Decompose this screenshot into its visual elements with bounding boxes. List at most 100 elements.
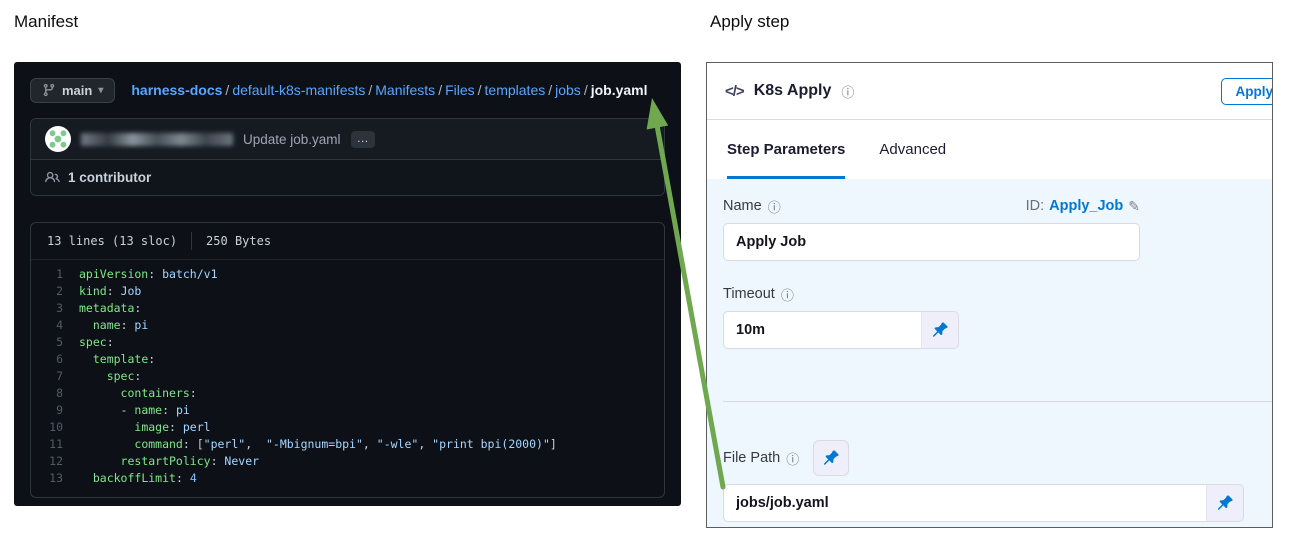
code-text: - name: pi — [79, 402, 190, 419]
code-line: 13 backoffLimit: 4 — [31, 470, 664, 487]
name-input[interactable] — [723, 223, 1140, 261]
id-prefix: ID: — [1026, 198, 1045, 214]
file-size: 250 Bytes — [206, 234, 271, 248]
pin-icon[interactable] — [1206, 484, 1244, 522]
code-text: image: perl — [79, 419, 211, 436]
breadcrumb-link[interactable]: default-k8s-manifests — [232, 82, 365, 98]
info-icon[interactable]: ⓘ — [781, 285, 794, 304]
code-text: metadata: — [79, 300, 141, 317]
code-text: kind: Job — [79, 283, 141, 300]
line-number[interactable]: 6 — [31, 351, 79, 368]
code-line: 1apiVersion: batch/v1 — [31, 266, 664, 283]
info-icon[interactable]: ⓘ — [768, 197, 781, 216]
step-parameters-form: Name ⓘ ID: Apply_Job ✎ Timeout ⓘ — [707, 179, 1272, 528]
line-number[interactable]: 3 — [31, 300, 79, 317]
line-number[interactable]: 5 — [31, 334, 79, 351]
commit-message[interactable]: Update job.yaml — [243, 132, 341, 147]
avatar[interactable] — [45, 126, 71, 152]
breadcrumb-separator: / — [368, 82, 372, 98]
id-value-link[interactable]: Apply_Job — [1049, 198, 1123, 214]
manifest-section-title: Manifest — [14, 12, 78, 32]
line-number[interactable]: 8 — [31, 385, 79, 402]
line-number[interactable]: 13 — [31, 470, 79, 487]
file-content-box: 13 lines (13 sloc) 250 Bytes 1apiVersion… — [30, 222, 665, 498]
breadcrumb-link[interactable]: harness-docs — [131, 82, 222, 98]
commit-row: Update job.yaml … — [31, 119, 664, 160]
k8s-apply-step-panel: </> K8s Apply ⓘ Apply Step Parameters Ad… — [706, 62, 1273, 528]
code-line: 6 template: — [31, 351, 664, 368]
latest-commit-box: Update job.yaml … 1 contributor — [30, 118, 665, 196]
apply-button[interactable]: Apply — [1221, 78, 1273, 105]
breadcrumb-link[interactable]: jobs — [555, 82, 581, 98]
contributors-label: 1 contributor — [68, 170, 151, 185]
line-number[interactable]: 2 — [31, 283, 79, 300]
file-path-label: File Path ⓘ — [723, 449, 799, 468]
file-path-input[interactable] — [723, 484, 1206, 522]
breadcrumb-current-file: job.yaml — [591, 82, 648, 98]
code-line: 10 image: perl — [31, 419, 664, 436]
info-icon[interactable]: ⓘ — [786, 449, 799, 468]
git-branch-icon — [42, 83, 56, 97]
code-line: 9 - name: pi — [31, 402, 664, 419]
file-info-bar: 13 lines (13 sloc) 250 Bytes — [31, 223, 664, 260]
line-number[interactable]: 9 — [31, 402, 79, 419]
breadcrumb-separator: / — [225, 82, 229, 98]
code-line: 5spec: — [31, 334, 664, 351]
line-number[interactable]: 4 — [31, 317, 79, 334]
redacted-username — [81, 133, 233, 146]
pin-icon[interactable] — [921, 311, 959, 349]
code-text: restartPolicy: Never — [79, 453, 259, 470]
caret-down-icon: ▾ — [98, 85, 103, 96]
file-nav-bar: main ▾ harness-docs/default-k8s-manifest… — [30, 76, 665, 104]
code-line: 4 name: pi — [31, 317, 664, 334]
timeout-input[interactable] — [723, 311, 921, 349]
breadcrumb-separator: / — [478, 82, 482, 98]
divider — [191, 232, 192, 250]
file-line-count: 13 lines (13 sloc) — [47, 234, 177, 248]
pin-icon[interactable] — [813, 440, 849, 476]
code-text: containers: — [79, 385, 197, 402]
contributors-row[interactable]: 1 contributor — [31, 160, 664, 195]
branch-selector[interactable]: main ▾ — [30, 78, 115, 103]
line-number[interactable]: 10 — [31, 419, 79, 436]
contributors-icon — [45, 170, 60, 185]
code-line: 3metadata: — [31, 300, 664, 317]
breadcrumb-separator: / — [548, 82, 552, 98]
timeout-label: Timeout ⓘ — [723, 285, 794, 304]
code-text: name: pi — [79, 317, 148, 334]
breadcrumb-separator: / — [584, 82, 588, 98]
breadcrumb-link[interactable]: templates — [485, 82, 546, 98]
code-line: 12 restartPolicy: Never — [31, 453, 664, 470]
breadcrumb-separator: / — [438, 82, 442, 98]
step-title: K8s Apply — [754, 82, 832, 100]
line-number[interactable]: 1 — [31, 266, 79, 283]
step-header: </> K8s Apply ⓘ Apply — [707, 63, 1272, 120]
breadcrumb: harness-docs/default-k8s-manifests/Manif… — [131, 82, 647, 98]
code-line: 11 command: ["perl", "-Mbignum=bpi", "-w… — [31, 436, 664, 453]
step-id: ID: Apply_Job ✎ — [1026, 198, 1140, 215]
info-icon[interactable]: ⓘ — [841, 82, 854, 101]
apply-step-section-title: Apply step — [710, 12, 789, 32]
code-text: apiVersion: batch/v1 — [79, 266, 218, 283]
timeout-field-group — [723, 311, 959, 349]
name-label: Name ⓘ — [723, 197, 781, 216]
edit-pencil-icon[interactable]: ✎ — [1128, 198, 1140, 215]
line-number[interactable]: 7 — [31, 368, 79, 385]
section-divider — [723, 401, 1272, 402]
commit-more-button[interactable]: … — [351, 131, 375, 148]
code-line: 2kind: Job — [31, 283, 664, 300]
tab-step-parameters[interactable]: Step Parameters — [727, 120, 845, 179]
code-text: template: — [79, 351, 155, 368]
code-text: spec: — [79, 368, 141, 385]
file-path-field-group — [723, 484, 1244, 522]
code-line: 7 spec: — [31, 368, 664, 385]
branch-name: main — [62, 83, 92, 98]
github-file-panel: main ▾ harness-docs/default-k8s-manifest… — [14, 62, 681, 506]
code-text: command: ["perl", "-Mbignum=bpi", "-wle"… — [79, 436, 557, 453]
step-tabs: Step Parameters Advanced — [707, 120, 1272, 179]
breadcrumb-link[interactable]: Files — [445, 82, 475, 98]
line-number[interactable]: 12 — [31, 453, 79, 470]
breadcrumb-link[interactable]: Manifests — [375, 82, 435, 98]
line-number[interactable]: 11 — [31, 436, 79, 453]
tab-advanced[interactable]: Advanced — [879, 120, 946, 179]
